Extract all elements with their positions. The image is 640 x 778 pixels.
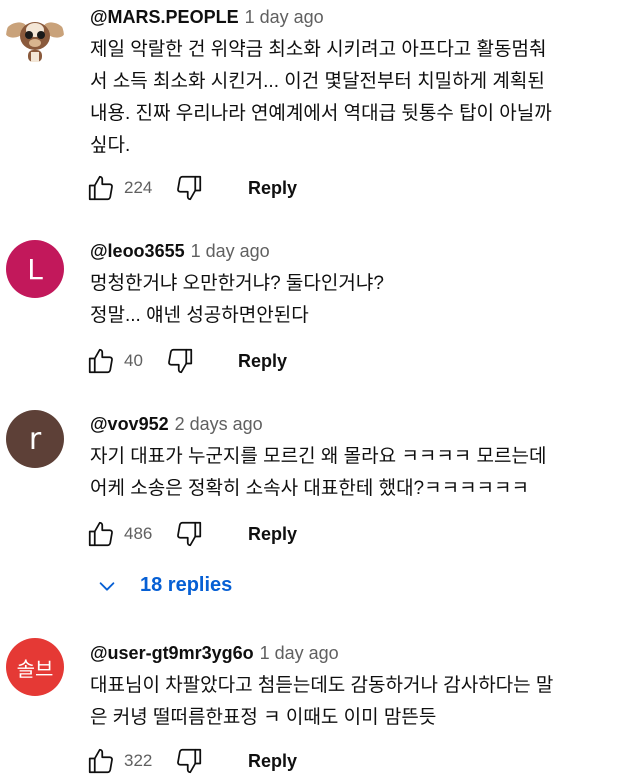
avatar[interactable]: r: [6, 410, 64, 468]
reply-button[interactable]: Reply: [248, 178, 297, 199]
comment-header: @user-gt9mr3yg6o 1 day ago: [90, 642, 339, 664]
author-name[interactable]: @vov952: [90, 414, 169, 434]
timestamp[interactable]: 1 day ago: [245, 7, 324, 27]
timestamp[interactable]: 1 day ago: [260, 643, 339, 663]
comment-actions: 322 Reply: [86, 744, 297, 778]
avatar-letter: r: [28, 421, 42, 457]
avatar[interactable]: [6, 8, 64, 66]
like-button[interactable]: [86, 519, 116, 549]
dislike-button[interactable]: [165, 346, 195, 376]
dislike-button[interactable]: [174, 746, 204, 776]
avatar[interactable]: 솔브: [6, 638, 64, 696]
comment-text: 대표님이 차팔았다고 첨듣는데도 감동하거나 감사하다는 말 은 커녕 떨떠름한…: [90, 675, 554, 728]
thumbs-down-icon: [177, 175, 202, 201]
avatar-letter: L: [27, 252, 43, 286]
comment-text: 멍청한거냐 오만한거냐? 둘다인거냐? 정말... 얘넨 성공하면안된다: [90, 273, 384, 326]
avatar-initials: 솔브: [16, 656, 54, 681]
comment-actions: 40 Reply: [86, 344, 287, 378]
chevron-down-icon: [99, 581, 115, 591]
reply-button[interactable]: Reply: [248, 751, 297, 772]
reply-button[interactable]: Reply: [248, 524, 297, 545]
like-count: 224: [124, 178, 153, 197]
thumbs-up-icon: [88, 748, 113, 774]
like-count: 486: [124, 524, 153, 543]
timestamp[interactable]: 2 days ago: [175, 414, 263, 434]
view-replies-button[interactable]: 18 replies: [96, 574, 232, 597]
thumbs-down-icon: [177, 521, 202, 547]
timestamp[interactable]: 1 day ago: [191, 241, 270, 261]
author-name[interactable]: @MARS.PEOPLE: [90, 7, 239, 27]
comment-actions: 224 Reply: [86, 171, 297, 205]
like-button[interactable]: [86, 346, 116, 376]
thumbs-up-icon: [88, 521, 113, 547]
author-name[interactable]: @user-gt9mr3yg6o: [90, 643, 254, 663]
like-button[interactable]: [86, 746, 116, 776]
author-name[interactable]: @leoo3655: [90, 241, 185, 261]
reply-button[interactable]: Reply: [238, 351, 287, 372]
comment-actions: 486 Reply: [86, 517, 297, 551]
like-button[interactable]: [86, 173, 116, 203]
comment-header: @leoo3655 1 day ago: [90, 240, 270, 262]
comment-text: 제일 악랄한 건 위약금 최소화 시키려고 아프다고 활동멈춰 서 소득 최소화…: [90, 39, 552, 156]
like-count: 322: [124, 751, 153, 770]
thumbs-down-icon: [177, 748, 202, 774]
like-count: 40: [124, 351, 143, 370]
comment-header: @MARS.PEOPLE 1 day ago: [90, 6, 324, 28]
comment-text: 자기 대표가 누군지를 모르긴 왜 몰라요 ㅋㅋㅋㅋ 모르는데 어케 소송은 정…: [90, 446, 547, 499]
gremlin-avatar-icon: [6, 22, 64, 62]
replies-count-label: 18 replies: [140, 574, 233, 596]
avatar[interactable]: L: [6, 240, 64, 298]
dislike-button[interactable]: [174, 173, 204, 203]
comment-header: @vov952 2 days ago: [90, 413, 263, 435]
thumbs-down-icon: [168, 348, 193, 374]
thumbs-up-icon: [88, 175, 113, 201]
thumbs-up-icon: [88, 348, 113, 374]
dislike-button[interactable]: [174, 519, 204, 549]
